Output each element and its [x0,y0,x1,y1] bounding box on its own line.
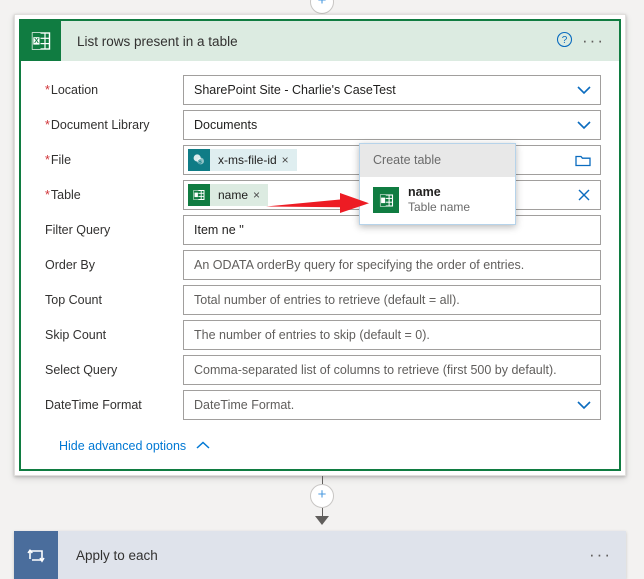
field-placeholder-datetime-format: DateTime Format. [194,398,295,412]
required-marker: * [45,118,50,132]
svg-text:s: s [198,159,202,166]
apply-to-each-more-button[interactable]: ··· [589,546,612,563]
field-label-table: *Table [45,188,81,202]
form-row-filter-query: Filter Query Item ne '' [35,215,601,245]
required-marker: * [45,153,50,167]
hide-advanced-options-link[interactable]: Hide advanced options [59,439,211,453]
form-row-top-count: Top Count Total number of entries to ret… [35,285,601,315]
bottom-connector: + [0,476,644,525]
create-table-flyout-item-text: name Table name [408,185,470,215]
action-card-body: *Location SharePoint Site - Charlie's Ca… [21,61,619,469]
field-order-by[interactable]: An ODATA orderBy query for specifying th… [183,250,601,280]
required-marker: * [45,83,50,97]
field-placeholder-top-count: Total number of entries to retrieve (def… [194,293,460,307]
help-icon[interactable]: ? [550,31,578,51]
create-table-item-name: name [408,185,441,199]
chevron-down-icon[interactable] [576,119,592,132]
form-row-order-by: Order By An ODATA orderBy query for spec… [35,250,601,280]
create-table-flyout-header: Create table [360,144,515,177]
chevron-down-icon[interactable] [576,84,592,97]
field-label-file: *File [45,153,72,167]
form-row-table: *Table name × [35,180,601,210]
connector-line-upper [321,476,323,484]
required-marker: * [45,188,50,202]
excel-icon [188,184,210,206]
field-placeholder-order-by: An ODATA orderBy query for specifying th… [194,258,525,272]
field-datetime-format[interactable]: DateTime Format. [183,390,601,420]
action-card-apply-to-each[interactable]: Apply to each ··· [14,531,626,579]
token-file-label: x-ms-file-id [218,153,277,167]
form-row-select-query: Select Query Comma-separated list of col… [35,355,601,385]
token-table[interactable]: name × [188,184,269,206]
excel-icon [373,187,399,213]
create-table-item-subtitle: Table name [408,200,471,214]
svg-text:?: ? [561,35,567,46]
field-label-top-count: Top Count [45,293,102,307]
field-placeholder-select-query: Comma-separated list of columns to retri… [194,363,557,377]
field-location[interactable]: SharePoint Site - Charlie's CaseTest [183,75,601,105]
connector-line-lower [321,508,323,516]
field-value-filter-query: Item ne '' [194,223,244,237]
action-card-header[interactable]: X List rows present in a table ? ··· [21,21,619,61]
folder-picker-icon[interactable] [574,153,592,168]
field-label-location: *Location [45,83,99,97]
sharepoint-icon: s [188,149,210,171]
token-file-remove-icon[interactable]: × [282,154,297,166]
field-select-query[interactable]: Comma-separated list of columns to retri… [183,355,601,385]
insert-step-button-bottom[interactable]: + [310,484,334,508]
field-value-document-library: Documents [194,118,258,132]
field-label-select-query: Select Query [45,363,118,377]
field-label-filter-query: Filter Query [45,223,111,237]
insert-step-button-top[interactable]: + [310,0,334,14]
field-document-library[interactable]: Documents [183,110,601,140]
action-card-more-button[interactable]: ··· [582,32,605,49]
token-table-remove-icon[interactable]: × [253,189,268,201]
field-top-count[interactable]: Total number of entries to retrieve (def… [183,285,601,315]
hide-advanced-options-label: Hide advanced options [59,439,187,453]
chevron-down-icon[interactable] [576,399,592,412]
svg-text:X: X [34,38,39,45]
action-card-list-rows[interactable]: X List rows present in a table ? ··· *Lo… [14,14,626,476]
token-table-label: name [218,188,249,202]
connector-arrow-bottom [315,516,329,525]
form-row-skip-count: Skip Count The number of entries to skip… [35,320,601,350]
form-row-datetime-format: DateTime Format DateTime Format. [35,390,601,420]
apply-to-each-title: Apply to each [76,547,158,563]
action-card-inner: X List rows present in a table ? ··· *Lo… [19,19,621,471]
field-label-datetime-format: DateTime Format [45,398,142,412]
form-row-file: *File s x-ms-file-id × [35,145,601,175]
field-label-skip-count: Skip Count [45,328,107,342]
excel-icon: X [21,21,61,61]
form-row-location: *Location SharePoint Site - Charlie's Ca… [35,75,601,105]
token-file[interactable]: s x-ms-file-id × [188,149,297,171]
field-value-location: SharePoint Site - Charlie's CaseTest [194,83,396,97]
field-placeholder-skip-count: The number of entries to skip (default =… [194,328,430,342]
create-table-flyout-item[interactable]: name Table name [360,177,515,224]
field-label-order-by: Order By [45,258,96,272]
field-label-document-library: *Document Library [45,118,150,132]
create-table-flyout[interactable]: Create table name Table name [359,143,516,225]
form-row-document-library: *Document Library Documents [35,110,601,140]
clear-icon[interactable] [576,187,592,203]
chevron-up-icon [195,440,211,452]
field-skip-count[interactable]: The number of entries to skip (default =… [183,320,601,350]
loop-icon [14,531,58,579]
action-card-title: List rows present in a table [77,33,238,49]
